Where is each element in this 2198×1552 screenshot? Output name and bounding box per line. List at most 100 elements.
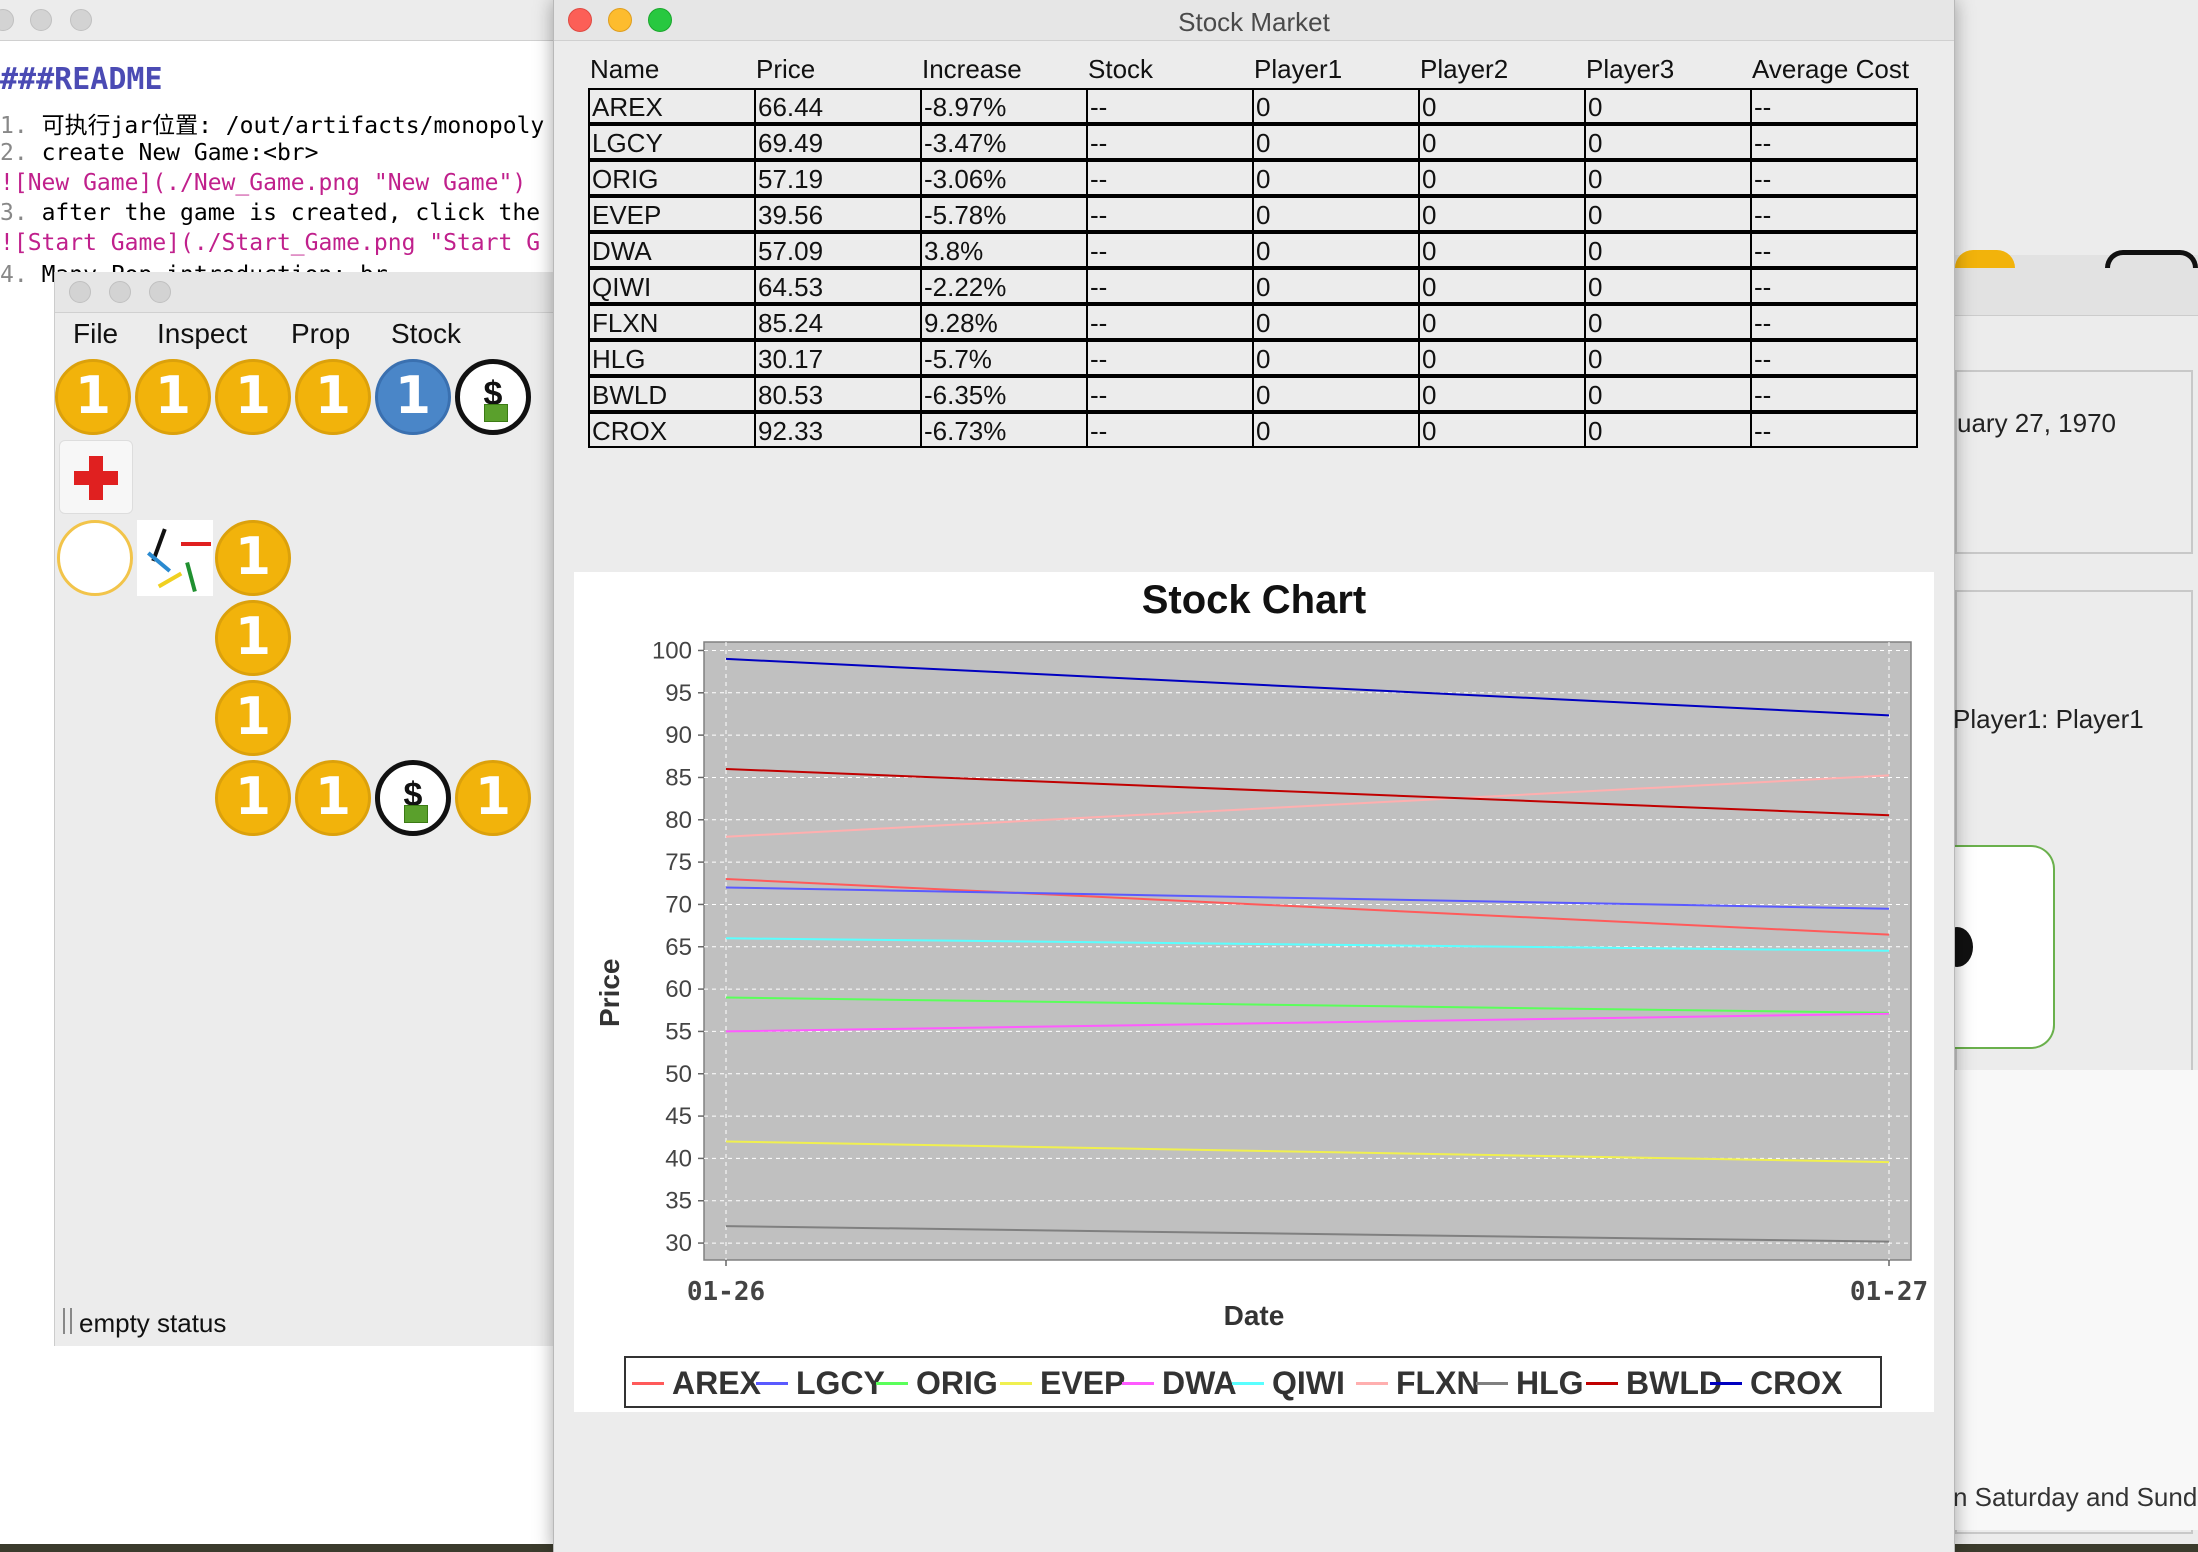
- column-header[interactable]: Average Cost: [1752, 54, 1909, 85]
- stock-cell[interactable]: 0: [1252, 412, 1420, 448]
- zoom-button[interactable]: [149, 281, 171, 303]
- coin-tile[interactable]: 1: [455, 760, 531, 836]
- stock-cell[interactable]: 0: [1584, 124, 1752, 160]
- stock-cell[interactable]: 0: [1584, 88, 1752, 124]
- stock-cell[interactable]: 0: [1252, 196, 1420, 232]
- coin-tile[interactable]: 1: [215, 600, 291, 676]
- stock-cell[interactable]: 0: [1252, 88, 1420, 124]
- stock-cell[interactable]: --: [1750, 304, 1918, 340]
- dollar-tile-icon[interactable]: $: [455, 359, 531, 435]
- stock-cell[interactable]: -6.35%: [920, 376, 1088, 412]
- stock-cell[interactable]: 0: [1418, 412, 1586, 448]
- zoom-button[interactable]: [70, 9, 92, 31]
- stock-cell[interactable]: CROX: [588, 412, 756, 448]
- stock-cell[interactable]: DWA: [588, 232, 756, 268]
- stock-cell[interactable]: EVEP: [588, 196, 756, 232]
- stock-cell[interactable]: 0: [1584, 160, 1752, 196]
- stock-cell[interactable]: 3.8%: [920, 232, 1088, 268]
- hospital-tile[interactable]: [59, 440, 133, 514]
- stock-cell[interactable]: QIWI: [588, 268, 756, 304]
- stock-cell[interactable]: 57.09: [754, 232, 922, 268]
- menu-prop[interactable]: Prop: [291, 318, 350, 350]
- stock-cell[interactable]: --: [1086, 412, 1254, 448]
- stock-cell[interactable]: 0: [1252, 232, 1420, 268]
- stock-cell[interactable]: -8.97%: [920, 88, 1088, 124]
- stock-cell[interactable]: --: [1750, 232, 1918, 268]
- stock-cell[interactable]: --: [1750, 376, 1918, 412]
- stock-cell[interactable]: -5.78%: [920, 196, 1088, 232]
- menu-inspect[interactable]: Inspect: [157, 318, 247, 350]
- stock-cell[interactable]: 0: [1584, 304, 1752, 340]
- stock-cell[interactable]: -2.22%: [920, 268, 1088, 304]
- stock-cell[interactable]: 64.53: [754, 268, 922, 304]
- column-header[interactable]: Player1: [1254, 54, 1342, 85]
- stock-cell[interactable]: --: [1750, 268, 1918, 304]
- stock-cell[interactable]: -3.47%: [920, 124, 1088, 160]
- stock-cell[interactable]: 0: [1418, 340, 1586, 376]
- dice-panel[interactable]: [1941, 845, 2055, 1049]
- column-header[interactable]: Increase: [922, 54, 1022, 85]
- coin-tile[interactable]: 1: [215, 520, 291, 596]
- menu-file[interactable]: File: [73, 318, 118, 350]
- stock-cell[interactable]: 0: [1418, 196, 1586, 232]
- coin-tile[interactable]: 1: [295, 359, 371, 435]
- empty-tile[interactable]: [57, 520, 133, 596]
- stock-cell[interactable]: --: [1750, 340, 1918, 376]
- stock-cell[interactable]: 39.56: [754, 196, 922, 232]
- coin-tile[interactable]: 1: [135, 359, 211, 435]
- stock-cell[interactable]: AREX: [588, 88, 756, 124]
- stock-cell[interactable]: 0: [1252, 376, 1420, 412]
- column-header[interactable]: Stock: [1088, 54, 1153, 85]
- stock-cell[interactable]: --: [1086, 196, 1254, 232]
- stock-cell[interactable]: --: [1086, 232, 1254, 268]
- stock-cell[interactable]: --: [1086, 340, 1254, 376]
- stock-cell[interactable]: 0: [1584, 268, 1752, 304]
- stock-cell[interactable]: 0: [1584, 340, 1752, 376]
- stock-cell[interactable]: 69.49: [754, 124, 922, 160]
- minimize-button[interactable]: [109, 281, 131, 303]
- stock-cell[interactable]: 30.17: [754, 340, 922, 376]
- stock-cell[interactable]: BWLD: [588, 376, 756, 412]
- stock-cell[interactable]: 0: [1418, 268, 1586, 304]
- stock-cell[interactable]: 0: [1418, 124, 1586, 160]
- stock-cell[interactable]: 66.44: [754, 88, 922, 124]
- stock-cell[interactable]: 0: [1418, 376, 1586, 412]
- stock-cell[interactable]: 0: [1418, 88, 1586, 124]
- dollar-tile-icon[interactable]: $: [375, 760, 451, 836]
- stock-cell[interactable]: --: [1086, 304, 1254, 340]
- stock-cell[interactable]: --: [1086, 124, 1254, 160]
- stock-cell[interactable]: --: [1750, 88, 1918, 124]
- menu-stock[interactable]: Stock: [391, 318, 461, 350]
- stock-cell[interactable]: 92.33: [754, 412, 922, 448]
- lottery-tile[interactable]: [137, 520, 213, 596]
- stock-cell[interactable]: 0: [1252, 340, 1420, 376]
- stock-cell[interactable]: -5.7%: [920, 340, 1088, 376]
- stock-cell[interactable]: --: [1086, 376, 1254, 412]
- stock-cell[interactable]: 0: [1252, 124, 1420, 160]
- stock-cell[interactable]: --: [1750, 160, 1918, 196]
- stock-cell[interactable]: LGCY: [588, 124, 756, 160]
- close-button[interactable]: [69, 281, 91, 303]
- column-header[interactable]: Player3: [1586, 54, 1674, 85]
- stock-cell[interactable]: 0: [1418, 304, 1586, 340]
- stock-cell[interactable]: --: [1750, 412, 1918, 448]
- coin-tile[interactable]: 1: [215, 760, 291, 836]
- stock-cell[interactable]: 57.19: [754, 160, 922, 196]
- stock-cell[interactable]: 0: [1584, 196, 1752, 232]
- stock-cell[interactable]: 0: [1418, 232, 1586, 268]
- stock-cell[interactable]: -6.73%: [920, 412, 1088, 448]
- stock-cell[interactable]: 85.24: [754, 304, 922, 340]
- stock-cell[interactable]: -3.06%: [920, 160, 1088, 196]
- column-header[interactable]: Price: [756, 54, 815, 85]
- coin-tile[interactable]: 1: [215, 359, 291, 435]
- minimize-button[interactable]: [30, 9, 52, 31]
- column-header[interactable]: Player2: [1420, 54, 1508, 85]
- stock-cell[interactable]: 0: [1252, 160, 1420, 196]
- stock-cell[interactable]: --: [1086, 88, 1254, 124]
- coin-tile[interactable]: 1: [55, 359, 131, 435]
- stock-cell[interactable]: 0: [1584, 412, 1752, 448]
- stock-cell[interactable]: 80.53: [754, 376, 922, 412]
- stock-cell[interactable]: --: [1086, 160, 1254, 196]
- stock-cell[interactable]: 0: [1584, 376, 1752, 412]
- close-button[interactable]: [0, 9, 14, 31]
